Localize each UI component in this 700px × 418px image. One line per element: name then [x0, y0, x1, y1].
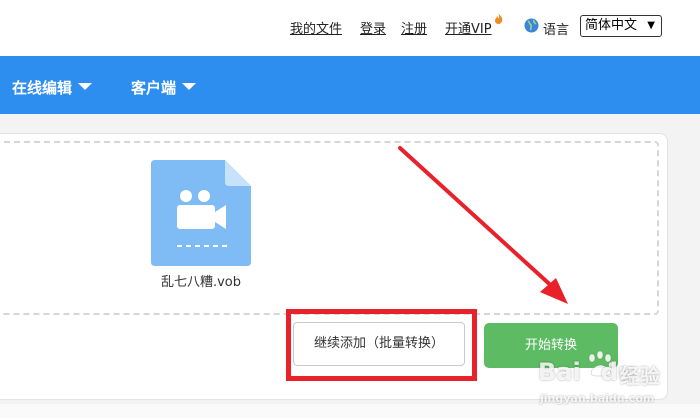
watermark-url: jingyan.baidu.com	[540, 392, 655, 405]
caret-down-icon	[78, 83, 93, 90]
caret-down-icon	[182, 83, 197, 90]
language-select-value: 简体中文	[585, 18, 638, 33]
globe-icon	[524, 18, 539, 33]
login-link[interactable]: 登录	[360, 18, 386, 37]
watermark-jingyan: 经验	[620, 364, 660, 388]
nav-client-label: 客户端	[131, 79, 177, 97]
file-drop-zone[interactable]	[0, 141, 659, 315]
language-select[interactable]: 简体中文 ▼	[580, 15, 662, 37]
file-name: 乱七八糟.vob	[160, 275, 242, 290]
video-file-icon[interactable]	[151, 160, 251, 266]
my-files-link[interactable]: 我的文件	[290, 18, 342, 37]
bottom-strip	[0, 404, 700, 418]
nav-client[interactable]: 客户端	[131, 77, 197, 98]
register-link[interactable]: 注册	[401, 18, 427, 37]
vip-link[interactable]: 开通VIP	[445, 18, 492, 37]
flame-icon	[495, 13, 503, 24]
main-nav: 在线编辑 客户端	[0, 56, 700, 114]
chevron-down-icon: ▼	[647, 20, 655, 31]
continue-add-button[interactable]: 继续添加（批量转换）	[293, 322, 465, 366]
top-header: 我的文件 登录 注册 开通VIP 语言 简体中文 ▼	[0, 0, 700, 56]
nav-online-edit[interactable]: 在线编辑	[12, 77, 93, 98]
watermark-brand-bai: Bai	[538, 358, 581, 386]
language-label: 语言	[543, 23, 570, 38]
nav-online-edit-label: 在线编辑	[12, 79, 73, 97]
